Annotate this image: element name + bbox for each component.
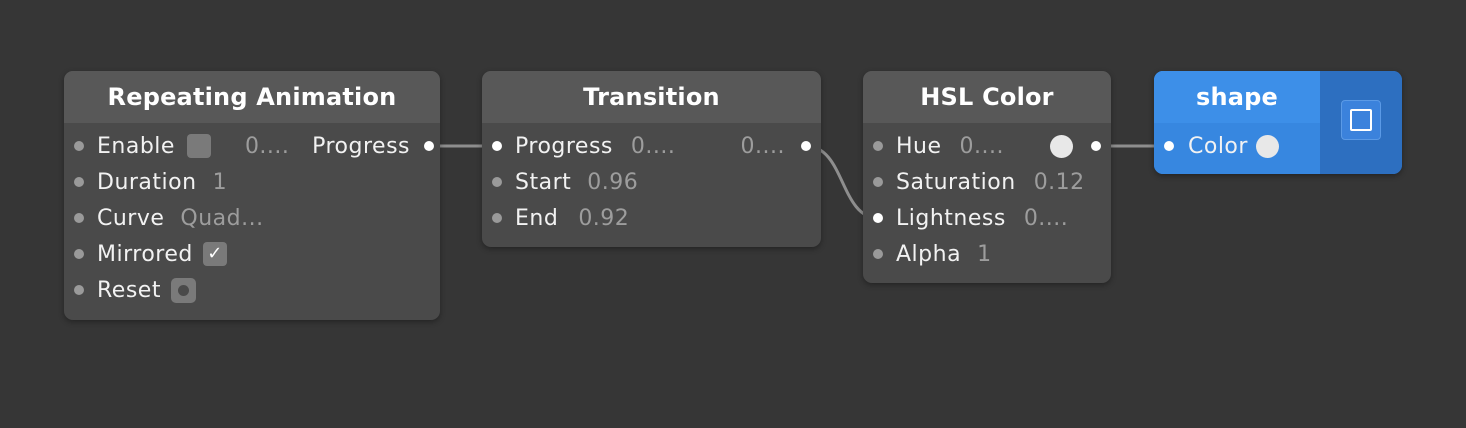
- port-dot[interactable]: [74, 285, 84, 295]
- node-title[interactable]: shape: [1154, 71, 1320, 123]
- port-dot[interactable]: [492, 141, 502, 151]
- port-label: Reset: [97, 277, 161, 303]
- shape-preview-button[interactable]: [1341, 100, 1381, 140]
- port-value[interactable]: 1: [213, 170, 228, 195]
- port-label: Saturation: [896, 169, 1016, 195]
- port-dot[interactable]: [424, 141, 434, 151]
- port-value[interactable]: 0.12: [1034, 170, 1085, 195]
- port-value[interactable]: 0....: [245, 134, 289, 159]
- output-port-progress[interactable]: Progress: [312, 128, 434, 164]
- port-label: Progress: [312, 133, 410, 159]
- color-swatch: [1050, 134, 1073, 158]
- port-dot[interactable]: [74, 249, 84, 259]
- enable-toggle[interactable]: [186, 134, 211, 158]
- reset-pulse-button[interactable]: [170, 277, 196, 303]
- node-repeating-animation[interactable]: Repeating Animation Enable 0.... Progres…: [64, 71, 440, 320]
- port-label: Start: [515, 169, 572, 195]
- input-port-color[interactable]: Color: [1164, 128, 1279, 164]
- pulse-icon: [177, 284, 189, 296]
- input-port-alpha[interactable]: Alpha 1: [873, 236, 992, 272]
- input-port-hue[interactable]: Hue 0....: [873, 128, 1004, 164]
- port-label: Hue: [896, 133, 942, 159]
- port-dot[interactable]: [873, 213, 883, 223]
- square-outline-icon: [1350, 109, 1372, 131]
- port-label: Duration: [97, 169, 197, 195]
- port-dot[interactable]: [492, 213, 502, 223]
- input-port-enable[interactable]: Enable 0....: [74, 128, 289, 164]
- port-dot[interactable]: [74, 177, 84, 187]
- curve-dropdown[interactable]: Quad...: [180, 206, 263, 231]
- port-dot[interactable]: [492, 177, 502, 187]
- shape-preview-panel: [1320, 71, 1402, 174]
- port-value: 0....: [630, 133, 676, 159]
- output-port-color[interactable]: [1050, 128, 1101, 164]
- node-title[interactable]: HSL Color: [863, 71, 1111, 123]
- port-dot[interactable]: [74, 141, 84, 151]
- node-transition[interactable]: Transition Progress 0.... 0.... Start 0.…: [482, 71, 821, 247]
- input-port-mirrored[interactable]: Mirrored ✓: [74, 236, 227, 272]
- input-port-end[interactable]: End 0.92: [492, 200, 629, 236]
- port-value[interactable]: 0.96: [587, 170, 638, 195]
- node-shape[interactable]: shape Color: [1154, 71, 1402, 174]
- port-label: Curve: [97, 205, 165, 231]
- port-label: Enable: [97, 133, 175, 159]
- port-label: Mirrored: [97, 241, 193, 267]
- port-dot[interactable]: [873, 249, 883, 259]
- input-port-curve[interactable]: Curve Quad...: [74, 200, 264, 236]
- port-dot[interactable]: [1091, 141, 1101, 151]
- input-port-start[interactable]: Start 0.96: [492, 164, 638, 200]
- patch-canvas[interactable]: Repeating Animation Enable 0.... Progres…: [0, 0, 1466, 428]
- port-label: End: [515, 205, 559, 231]
- input-port-saturation[interactable]: Saturation 0.12: [873, 164, 1085, 200]
- port-value[interactable]: 0....: [960, 134, 1004, 159]
- port-value: 0....: [740, 133, 785, 159]
- port-label: Lightness: [896, 205, 1006, 231]
- node-hsl-color[interactable]: HSL Color Hue 0.... Saturation 0.12 Ligh…: [863, 71, 1111, 283]
- port-dot[interactable]: [873, 177, 883, 187]
- input-port-lightness[interactable]: Lightness 0....: [873, 200, 1068, 236]
- input-port-progress[interactable]: Progress 0....: [492, 128, 675, 164]
- output-port-value[interactable]: 0....: [741, 128, 811, 164]
- input-port-duration[interactable]: Duration 1: [74, 164, 227, 200]
- node-title[interactable]: Repeating Animation: [64, 71, 440, 123]
- node-title[interactable]: Transition: [482, 71, 821, 123]
- port-value: 0....: [1023, 205, 1069, 231]
- port-label: Alpha: [896, 241, 962, 267]
- port-dot[interactable]: [873, 141, 883, 151]
- color-swatch: [1255, 134, 1279, 158]
- port-dot[interactable]: [801, 141, 811, 151]
- port-dot[interactable]: [1164, 141, 1174, 151]
- port-dot[interactable]: [74, 213, 84, 223]
- port-value[interactable]: 0.92: [578, 206, 629, 231]
- port-label: Color: [1188, 133, 1248, 159]
- mirrored-checkbox[interactable]: ✓: [202, 242, 227, 266]
- port-value[interactable]: 1: [977, 242, 992, 267]
- input-port-reset[interactable]: Reset: [74, 272, 196, 308]
- shape-main-panel: shape Color: [1154, 71, 1320, 174]
- port-label: Progress: [515, 133, 613, 159]
